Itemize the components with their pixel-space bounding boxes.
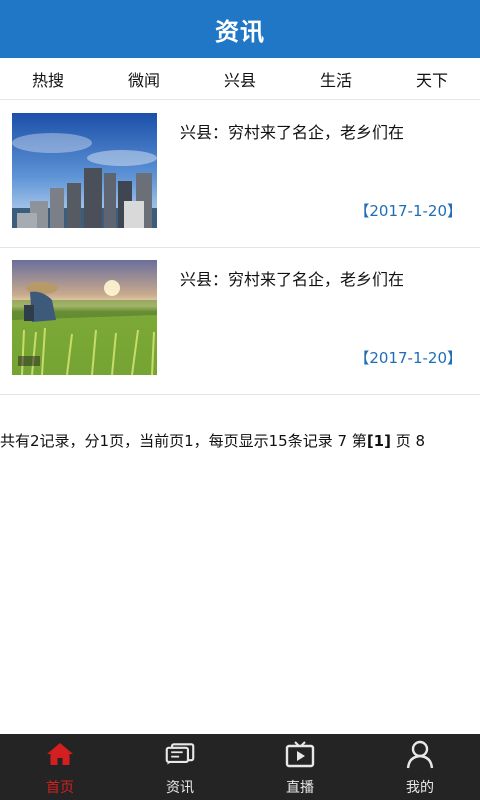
- news-icon: [165, 739, 195, 769]
- pager-text-prefix: 共有2记录，分1页，当前页1，每页显示15条记录 7 第: [0, 432, 367, 450]
- news-item[interactable]: 兴县：穷村来了名企，老乡们在 【2017-1-20】: [0, 248, 480, 395]
- page-title: 资讯: [215, 17, 265, 46]
- tab-life[interactable]: 生活: [288, 58, 384, 99]
- tabbar-home-label: 首页: [46, 780, 74, 796]
- home-icon: [45, 739, 75, 769]
- tabbar-mine-label: 我的: [406, 780, 434, 796]
- news-date: 【2017-1-20】: [354, 349, 462, 367]
- tabbar-news[interactable]: 资讯: [120, 734, 240, 800]
- user-icon: [405, 739, 435, 769]
- tv-play-icon: [285, 739, 315, 769]
- news-item[interactable]: 兴县：穷村来了名企，老乡们在 【2017-1-20】: [0, 101, 480, 248]
- news-thumbnail-city[interactable]: [12, 113, 157, 228]
- tab-micro-news[interactable]: 微闻: [96, 58, 192, 99]
- header-bar: 资讯: [0, 0, 480, 58]
- category-tabs: 热搜 微闻 兴县 生活 天下: [0, 58, 480, 100]
- tab-xingxian[interactable]: 兴县: [192, 58, 288, 99]
- tabbar-live[interactable]: 直播: [240, 734, 360, 800]
- news-thumbnail-farmer[interactable]: [12, 260, 157, 375]
- app-root: 资讯 热搜 微闻 兴县 生活 天下 兴县：穷村来了名企，老乡们在 【2017-1…: [0, 0, 480, 800]
- tabbar-home[interactable]: 首页: [0, 734, 120, 800]
- news-list: 兴县：穷村来了名企，老乡们在 【2017-1-20】 兴县：穷村来了名企，老乡们…: [0, 101, 480, 395]
- news-title[interactable]: 兴县：穷村来了名企，老乡们在: [180, 266, 404, 290]
- pager-text-suffix: 页 8: [390, 432, 426, 450]
- tab-world[interactable]: 天下: [384, 58, 480, 99]
- tab-hot-search[interactable]: 热搜: [0, 58, 96, 99]
- bottom-tabbar: 首页 资讯 直播 我的: [0, 734, 480, 800]
- pager-current-page[interactable]: [1]: [367, 432, 391, 450]
- news-date: 【2017-1-20】: [354, 202, 462, 220]
- pagination-summary: 共有2记录，分1页，当前页1，每页显示15条记录 7 第[1] 页 8: [0, 430, 480, 451]
- tabbar-mine[interactable]: 我的: [360, 734, 480, 800]
- tabbar-live-label: 直播: [286, 780, 314, 796]
- tabbar-news-label: 资讯: [166, 780, 194, 796]
- news-title[interactable]: 兴县：穷村来了名企，老乡们在: [180, 119, 404, 143]
